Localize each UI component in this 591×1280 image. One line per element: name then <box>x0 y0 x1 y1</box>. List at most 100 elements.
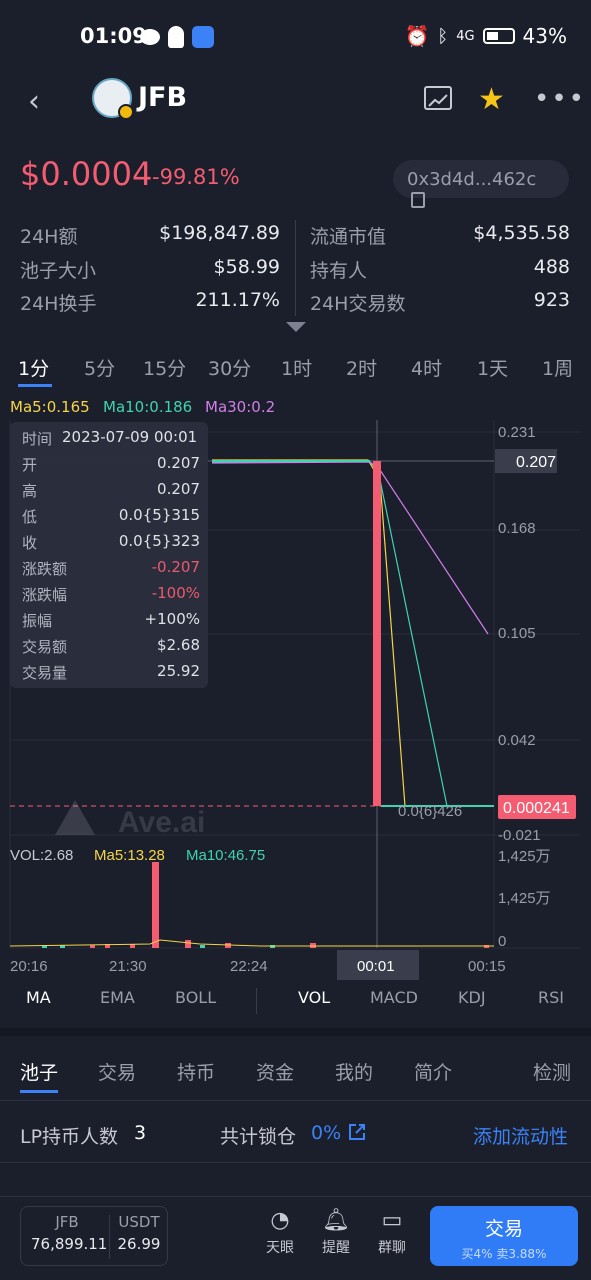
alarm-icon: ⏰ <box>404 24 430 48</box>
ma30-line <box>211 461 489 635</box>
ind-ma[interactable]: MA <box>26 988 51 1007</box>
tf-5m[interactable]: 5分 <box>84 354 115 381</box>
tt-key: 交易额 <box>22 638 68 656</box>
group-chat-button[interactable]: ▭ 群聊 <box>368 1208 416 1257</box>
battery-icon <box>482 28 515 44</box>
tab-pool[interactable]: 池子 <box>20 1058 58 1085</box>
vol-label: VOL:2.68 <box>10 847 73 864</box>
tab-check[interactable]: 检测 <box>533 1058 571 1085</box>
tab-trades[interactable]: 交易 <box>98 1058 136 1085</box>
ind-ema[interactable]: EMA <box>100 988 135 1007</box>
turnover-value: 211.17% <box>195 289 280 311</box>
remind-button[interactable]: 🔔︎ 提醒 <box>312 1208 360 1257</box>
tf-30m[interactable]: 30分 <box>208 354 251 381</box>
current-price: $0.0004 <box>20 155 153 193</box>
tf-1h[interactable]: 1时 <box>281 354 312 381</box>
vol24-label: 24H额 <box>20 226 78 248</box>
locked-label: 共计锁仓 <box>220 1126 297 1148</box>
ma30-label: Ma30:0.2 <box>205 398 276 416</box>
locked-value: 0% <box>311 1122 342 1144</box>
contract-address[interactable]: 0x3d4d...462c <box>393 160 569 208</box>
chart-icon[interactable] <box>424 86 452 110</box>
tab-funds[interactable]: 资金 <box>256 1058 294 1085</box>
gauge-icon: ◔ <box>270 1208 290 1233</box>
ohlc-tooltip: 时间 2023-07-09 00:01 开 0.207 高 0.207 低 0.0{5}… <box>10 422 208 688</box>
x-tick-2: 22:24 <box>230 958 268 975</box>
more-icon[interactable]: ••• <box>534 84 586 114</box>
tab-mine[interactable]: 我的 <box>335 1058 373 1085</box>
bluetooth-icon: ᛒ <box>437 25 449 47</box>
y-tick-4: -0.021 <box>498 827 541 844</box>
tx24-value: 923 <box>533 289 570 311</box>
chevron-left-icon[interactable]: ‹ <box>28 84 40 119</box>
ma5-label: Ma5:0.165 <box>10 398 90 416</box>
external-link-icon[interactable] <box>347 1122 367 1147</box>
tt-key: 涨跌额 <box>22 560 68 578</box>
tt-val: 0.0{5}315 <box>118 506 200 524</box>
ind-boll[interactable]: BOLL <box>175 988 216 1007</box>
vol-ma5-line <box>9 939 494 947</box>
tab-divider <box>0 1100 591 1101</box>
tt-val: 2023-07-09 00:01 <box>62 428 198 446</box>
tab-holders[interactable]: 持币 <box>177 1058 215 1085</box>
tf-1w[interactable]: 1周 <box>542 354 573 381</box>
trade-button[interactable]: 交易 买4% 卖3.88% <box>430 1206 578 1266</box>
tt-val: 0.0{5}323 <box>118 532 200 550</box>
battery-percent: 43% <box>522 24 567 48</box>
tf-2h[interactable]: 2时 <box>346 354 377 381</box>
tab-intro[interactable]: 简介 <box>414 1058 452 1085</box>
tianyan-button[interactable]: ◔ 天眼 <box>256 1208 304 1257</box>
status-right: ⏰ ᛒ 4G 43% <box>404 24 567 48</box>
qq-icon <box>168 26 184 48</box>
tt-val: $2.68 <box>157 636 200 654</box>
remind-label: 提醒 <box>322 1240 350 1256</box>
ind-rsi[interactable]: RSI <box>538 988 564 1007</box>
tt-val: 25.92 <box>157 662 200 680</box>
vol-ma5-label: Ma5:13.28 <box>94 847 165 864</box>
lp-holders-label: LP持币人数 <box>20 1126 119 1148</box>
tf-15m[interactable]: 15分 <box>143 354 186 381</box>
group-label: 群聊 <box>378 1240 406 1256</box>
tf-4h[interactable]: 4时 <box>411 354 442 381</box>
crosshair-price-text: 0.207 <box>516 454 556 471</box>
copy-icon[interactable] <box>411 192 425 208</box>
tt-val: 0.207 <box>157 454 200 472</box>
tianyan-label: 天眼 <box>266 1240 294 1256</box>
row-divider <box>0 1162 591 1163</box>
status-bar: 01:09 ⏰ ᛒ 4G 43% <box>0 0 591 70</box>
tf-1d[interactable]: 1天 <box>477 354 508 381</box>
y-tick-2: 0.105 <box>498 625 536 642</box>
tt-val: 0.207 <box>157 480 200 498</box>
bsc-badge-icon <box>118 104 134 120</box>
price-change: -99.81% <box>152 165 240 189</box>
tt-key: 开 <box>22 456 38 474</box>
y-tick-1: 0.168 <box>498 520 536 537</box>
tf-1m[interactable]: 1分 <box>18 354 49 381</box>
mcap-value: $4,535.58 <box>473 222 570 244</box>
add-liquidity-link[interactable]: 添加流动性 <box>473 1122 568 1149</box>
ma10-label: Ma10:0.186 <box>103 398 193 416</box>
chat-icon: ▭ <box>381 1208 403 1233</box>
pair-b: USDT 26.99 <box>111 1213 167 1253</box>
holders-label: 持有人 <box>310 260 368 282</box>
ind-macd[interactable]: MACD <box>370 988 418 1007</box>
ind-vol[interactable]: VOL <box>298 988 330 1007</box>
tt-key: 涨跌幅 <box>22 586 68 604</box>
tab-active-underline <box>20 1090 58 1093</box>
signal-icon: 4G <box>456 28 475 44</box>
address-text: 0x3d4d...462c <box>407 169 537 190</box>
pair-b-amount: 26.99 <box>117 1235 161 1253</box>
star-icon[interactable]: ★ <box>478 82 505 117</box>
expand-caret-icon[interactable] <box>286 322 306 332</box>
indicator-divider <box>256 988 257 1014</box>
tt-key: 高 <box>22 482 38 500</box>
x-tick-0: 20:16 <box>10 958 48 975</box>
x-tick-1: 21:30 <box>109 958 147 975</box>
bell-icon: 🔔︎ <box>322 1208 350 1233</box>
vol-tick-2: 0 <box>498 933 506 950</box>
tt-val: -100% <box>151 584 200 602</box>
ind-kdj[interactable]: KDJ <box>458 988 486 1007</box>
watermark-text: Ave.ai <box>118 806 205 839</box>
trade-fees: 买4% 卖3.88% <box>461 1247 547 1261</box>
pair-balance: JFB 76,899.11 USDT 26.99 <box>20 1206 168 1266</box>
